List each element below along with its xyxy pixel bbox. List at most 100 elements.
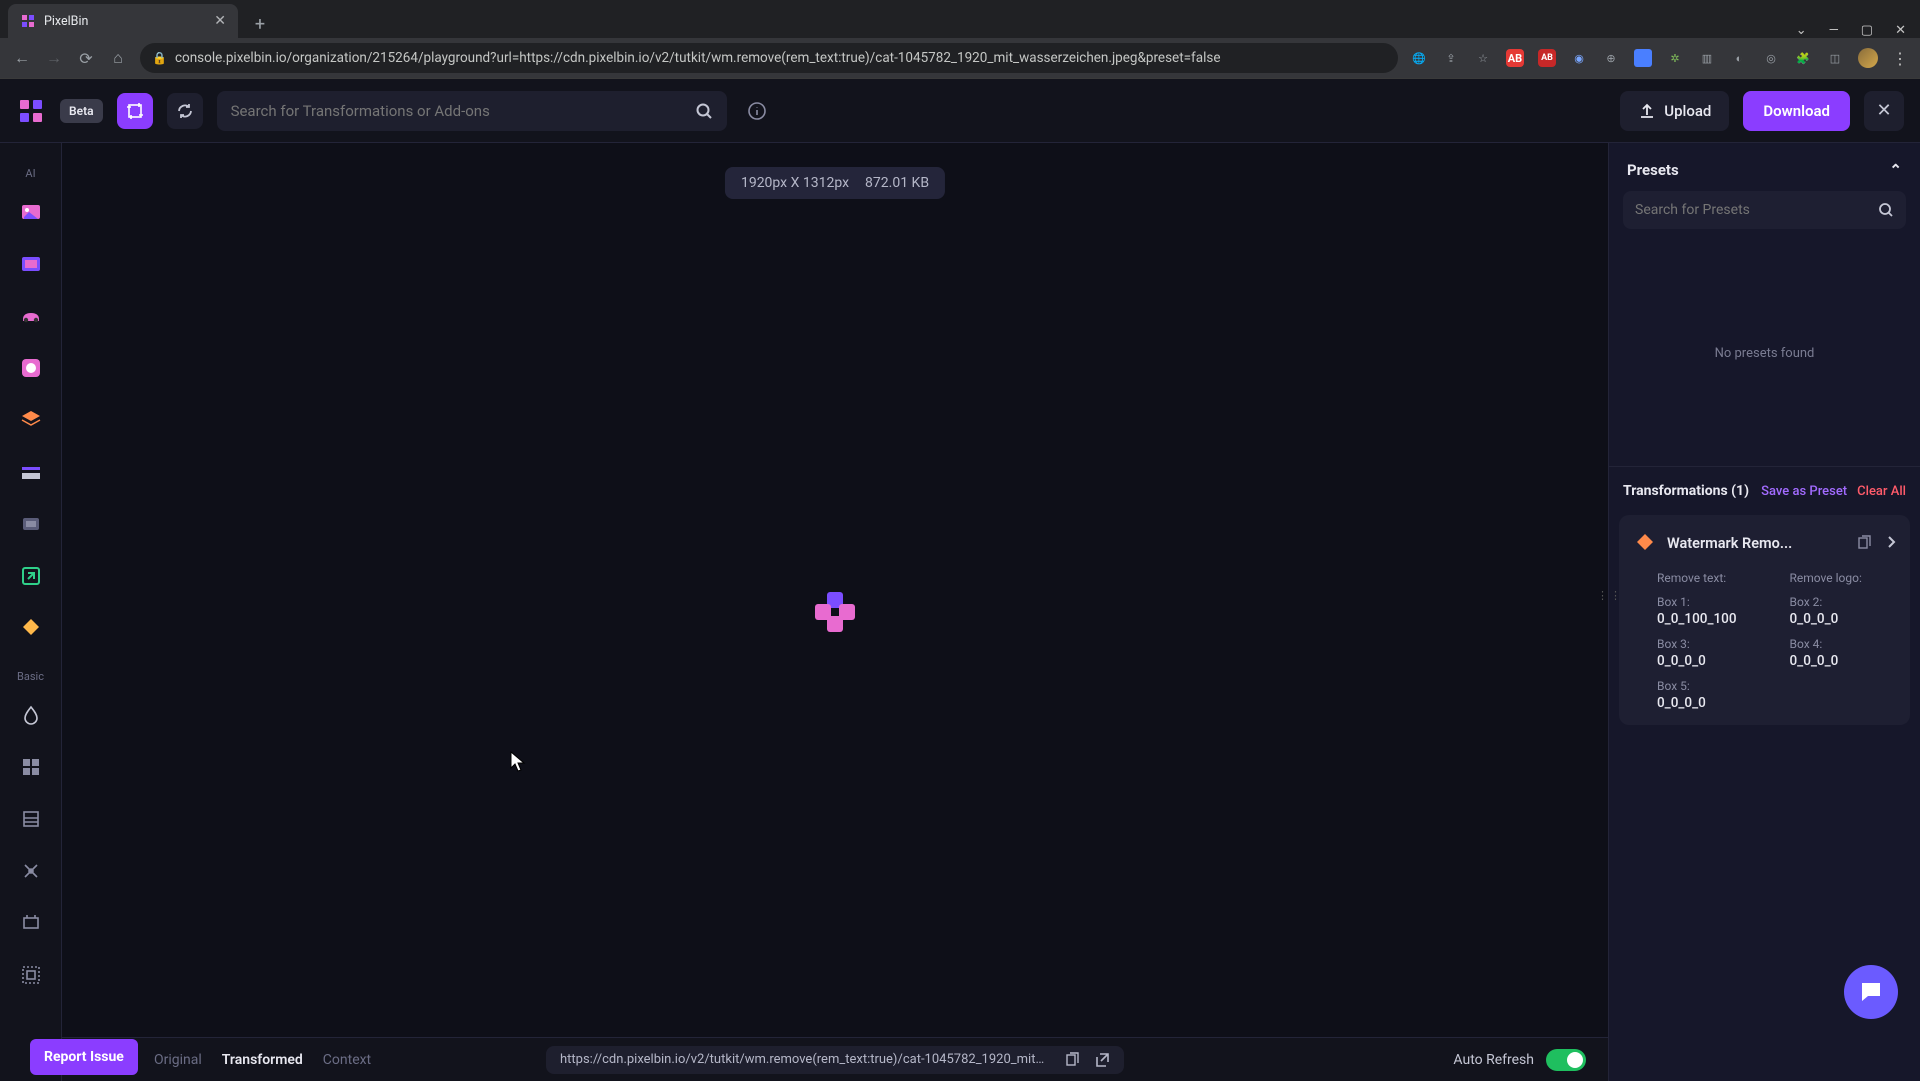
download-label: Download (1763, 102, 1830, 120)
rail-item-b5[interactable] (13, 905, 49, 941)
tab-title: PixelBin (44, 14, 88, 29)
drag-handle-icon[interactable]: ⋮⋮ (1597, 589, 1623, 602)
sidepanel-icon[interactable]: ◫ (1826, 49, 1844, 67)
share-icon[interactable]: ⇪ (1442, 49, 1460, 67)
preset-search[interactable] (1623, 191, 1906, 229)
close-window-icon[interactable]: ✕ (1895, 23, 1906, 38)
param-box4: Box 4:0_0_0_0 (1790, 637, 1895, 669)
url-text: console.pixelbin.io/organization/215264/… (175, 50, 1221, 66)
app-root: Beta Upload Download ✕ AI (0, 79, 1920, 1081)
new-tab-button[interactable]: + (246, 10, 274, 38)
rail-item-6[interactable] (13, 454, 49, 490)
rail-item-3[interactable] (13, 298, 49, 334)
transform-search-input[interactable] (231, 102, 685, 120)
param-box5: Box 5:0_0_0_0 (1657, 679, 1762, 711)
report-issue-button[interactable]: Report Issue (30, 1039, 138, 1075)
search-icon[interactable] (1878, 202, 1894, 218)
kebab-menu-icon[interactable]: ⋮ (1892, 49, 1908, 68)
chevron-up-icon[interactable]: ⌃ (1889, 161, 1902, 179)
tab-context[interactable]: Context (323, 1052, 371, 1068)
copy-icon[interactable] (1856, 535, 1872, 551)
rail-item-1[interactable] (13, 194, 49, 230)
abp2-icon[interactable]: AB (1538, 49, 1556, 67)
url-preview-text: https://cdn.pixelbin.io/v2/tutkit/wm.rem… (560, 1052, 1050, 1067)
extensions-icon[interactable]: 🧩 (1794, 49, 1812, 67)
copy-url-icon[interactable] (1064, 1052, 1080, 1068)
param-box2: Box 2:0_0_0_0 (1790, 595, 1895, 627)
info-icon[interactable] (747, 101, 767, 121)
close-panel-button[interactable]: ✕ (1864, 91, 1904, 131)
translate-icon[interactable]: 🌐 (1410, 49, 1428, 67)
download-button[interactable]: Download (1743, 91, 1850, 131)
save-as-preset-link[interactable]: Save as Preset (1761, 484, 1847, 499)
report-issue-label: Report Issue (44, 1049, 124, 1065)
tab-transformed[interactable]: Transformed (222, 1052, 303, 1068)
rail-item-b6[interactable] (13, 957, 49, 993)
param-box1: Box 1:0_0_100_100 (1657, 595, 1762, 627)
address-bar[interactable]: 🔒 console.pixelbin.io/organization/21526… (140, 43, 1398, 73)
forward-icon[interactable]: → (44, 48, 64, 68)
reload-icon[interactable]: ⟳ (76, 49, 96, 68)
star-icon[interactable]: ☆ (1474, 49, 1492, 67)
rail-item-b3[interactable] (13, 801, 49, 837)
app-header: Beta Upload Download ✕ (0, 79, 1920, 143)
close-tab-icon[interactable]: ✕ (214, 13, 226, 29)
watermark-icon (1633, 531, 1657, 555)
back-icon[interactable]: ← (12, 48, 32, 68)
presets-header[interactable]: Presets ⌃ (1609, 143, 1920, 191)
bottom-bar: Original Transformed Context https://cdn… (62, 1037, 1608, 1081)
home-icon[interactable]: ⌂ (108, 48, 128, 68)
filesize-text: 872.01 KB (865, 175, 929, 191)
maximize-icon[interactable]: ▢ (1861, 23, 1873, 38)
abp-icon[interactable]: AB (1506, 49, 1524, 67)
ext-icon-6[interactable]: ◐ (1730, 49, 1748, 67)
rail-item-9[interactable] (13, 610, 49, 646)
rail-item-2[interactable] (13, 246, 49, 282)
minimize-icon[interactable]: — (1829, 23, 1839, 38)
favicon-icon (20, 13, 36, 29)
rail-item-8[interactable] (13, 558, 49, 594)
preset-search-input[interactable] (1635, 202, 1878, 218)
transform-search[interactable] (217, 91, 727, 131)
browser-tab[interactable]: PixelBin ✕ (8, 4, 238, 38)
ext-icon-4[interactable]: ✲ (1666, 49, 1684, 67)
tab-original[interactable]: Original (154, 1052, 202, 1068)
ext-icon-7[interactable]: ◎ (1762, 49, 1780, 67)
ext-icon-3[interactable] (1634, 49, 1652, 67)
left-rail: AI Basic (0, 143, 62, 1081)
rail-section-basic: Basic (17, 662, 44, 693)
chevron-right-icon[interactable] (1886, 535, 1896, 551)
rail-item-b1[interactable] (13, 697, 49, 733)
rail-item-5[interactable] (13, 402, 49, 438)
crop-tool-button[interactable] (117, 93, 153, 129)
open-url-icon[interactable] (1094, 1052, 1110, 1068)
clear-all-link[interactable]: Clear All (1857, 484, 1906, 499)
presets-title: Presets (1627, 161, 1679, 179)
transformations-title: Transformations (1) (1623, 483, 1749, 499)
transformations-header: Transformations (1) Save as Preset Clear… (1609, 467, 1920, 515)
ext-icon-2[interactable]: ⊕ (1602, 49, 1620, 67)
transformation-card-header[interactable]: Watermark Remo... (1619, 519, 1910, 567)
rail-item-b4[interactable] (13, 853, 49, 889)
extension-row: 🌐 ⇪ ☆ AB AB ◉ ⊕ ✲ ▥ ◐ ◎ 🧩 ◫ ⋮ (1410, 48, 1908, 68)
chat-fab-button[interactable] (1844, 965, 1898, 1019)
app-logo-icon[interactable] (16, 96, 46, 126)
dimensions-text: 1920px X 1312px (741, 175, 849, 191)
auto-refresh-toggle[interactable] (1546, 1049, 1586, 1071)
loading-spinner-icon (815, 592, 855, 632)
profile-avatar[interactable] (1858, 48, 1878, 68)
lock-icon: 🔒 (152, 51, 167, 65)
search-icon[interactable] (695, 102, 713, 120)
ext-icon-1[interactable]: ◉ (1570, 49, 1588, 67)
dropdown-icon[interactable]: ⌄ (1796, 23, 1807, 38)
canvas[interactable]: 1920px X 1312px 872.01 KB (62, 143, 1608, 1081)
app-body: AI Basic 1920px X 1312px 872.01 KB (0, 143, 1920, 1081)
browser-toolbar: ← → ⟳ ⌂ 🔒 console.pixelbin.io/organizati… (0, 38, 1920, 78)
right-panel: Presets ⌃ No presets found Transformatio… (1608, 143, 1920, 1081)
upload-button[interactable]: Upload (1620, 91, 1729, 131)
sync-button[interactable] (167, 93, 203, 129)
ext-icon-5[interactable]: ▥ (1698, 49, 1716, 67)
rail-item-b2[interactable] (13, 749, 49, 785)
rail-item-4[interactable] (13, 350, 49, 386)
rail-item-7[interactable] (13, 506, 49, 542)
